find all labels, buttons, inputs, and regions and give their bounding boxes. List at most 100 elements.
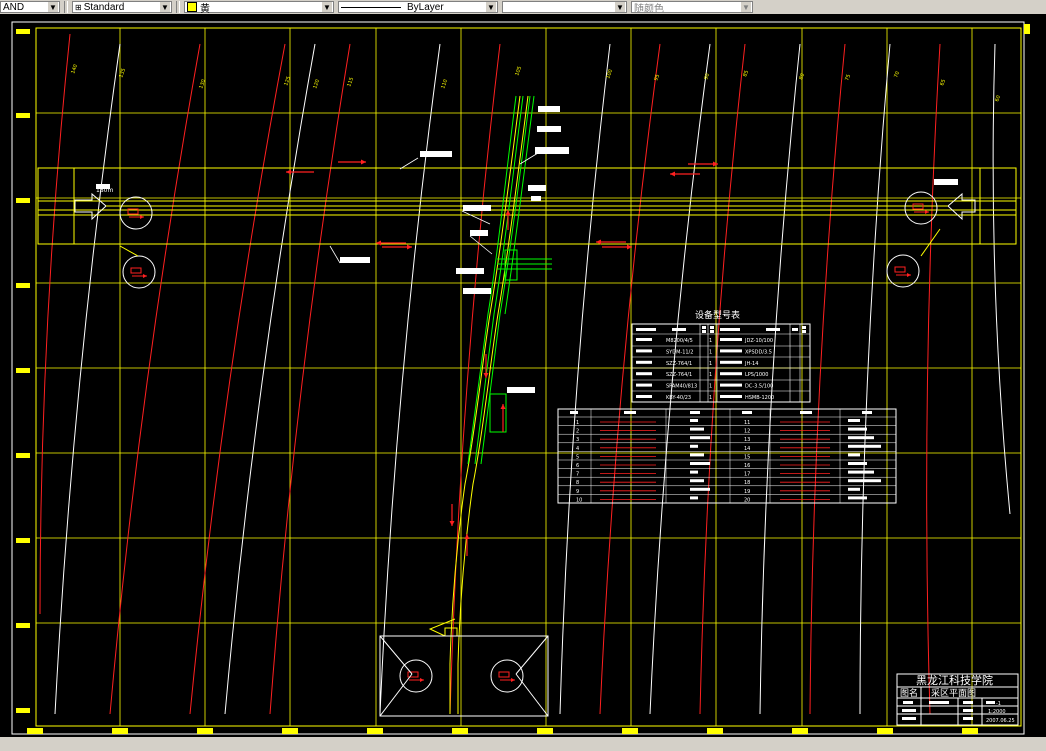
legend-desc xyxy=(848,496,867,500)
header-cell xyxy=(802,330,806,333)
edge-tick xyxy=(16,29,30,34)
properties-toolbar: AND ▼ ⊞ Standard ▼ 黄 ▼ ByLayer ▼ ▼ 随颜色 ▼ xyxy=(0,0,1046,15)
edge-tick xyxy=(16,198,30,203)
dim-style-icon: ⊞ xyxy=(75,2,82,12)
legend-number: 4 xyxy=(576,446,579,452)
row-marker xyxy=(636,372,652,376)
equipment-qty: 1 xyxy=(709,349,712,355)
linetype-dropdown[interactable]: ByLayer ▼ xyxy=(338,1,498,13)
header-cell xyxy=(672,328,686,331)
row-marker xyxy=(636,349,652,353)
legend-number: 7 xyxy=(576,472,579,478)
legend-desc xyxy=(848,487,860,491)
equipment-model: SPAM40/813 xyxy=(666,384,697,390)
equipment-model: XPSDD/3.5 xyxy=(745,349,772,355)
text-style-dropdown[interactable]: AND ▼ xyxy=(0,1,60,13)
row-marker xyxy=(720,383,742,387)
equipment-model: JDZ-10/100 xyxy=(744,338,773,344)
edge-tick xyxy=(16,368,30,373)
legend-desc xyxy=(690,487,710,491)
annotation-tag xyxy=(463,288,491,294)
plot-style-dropdown[interactable]: 随颜色 ▼ xyxy=(631,1,753,15)
layer-value: 黄 xyxy=(200,3,210,15)
toolbar-separator xyxy=(176,1,180,13)
edge-tick xyxy=(16,283,30,288)
equipment-model: SZZ-764/1 xyxy=(666,361,692,367)
edge-tick xyxy=(16,538,30,543)
legend-desc xyxy=(848,470,874,474)
legend-desc xyxy=(690,479,704,483)
annotation-tag xyxy=(456,268,484,274)
equipment-qty: 1 xyxy=(709,384,712,390)
status-strip xyxy=(0,737,1046,751)
equipment-model: LPS/1000 xyxy=(745,372,768,378)
legend-desc xyxy=(848,427,867,431)
equipment-qty: 1 xyxy=(709,361,712,367)
legend-desc xyxy=(690,453,704,457)
drawing-number: -1 xyxy=(996,701,1001,707)
layer-dropdown[interactable]: 黄 ▼ xyxy=(184,1,334,15)
annotation-tag xyxy=(535,147,569,154)
drawing-date: 2007.06.25 xyxy=(986,718,1015,724)
drawing-name-label: 图名 xyxy=(900,687,918,699)
header-cell xyxy=(792,328,798,331)
legend-number: 11 xyxy=(744,420,750,426)
edge-tick xyxy=(962,728,978,734)
equipment-model: SYDM-11/2 xyxy=(666,349,693,355)
legend-number: 18 xyxy=(744,480,750,486)
lineweight-dropdown[interactable]: ▼ xyxy=(502,1,627,13)
chevron-down-icon: ▼ xyxy=(486,2,496,12)
edge-tick xyxy=(16,453,30,458)
legend-desc xyxy=(848,419,860,422)
edge-tick xyxy=(27,728,43,734)
annotation-tag xyxy=(537,126,561,132)
header-cell xyxy=(624,411,636,414)
dim-style-dropdown[interactable]: ⊞ Standard ▼ xyxy=(72,1,172,13)
header-cell xyxy=(690,411,700,414)
edge-tick xyxy=(16,623,30,628)
header-cell xyxy=(710,330,714,333)
legend-desc xyxy=(848,444,881,448)
edge-tick xyxy=(537,728,553,734)
header-cell xyxy=(862,411,872,414)
legend-desc xyxy=(690,427,704,431)
drawing-canvas[interactable]: 140 135 130 125 120 115 110 105 100 95 90 85 80 75 70 6… xyxy=(0,14,1046,737)
equipment-qty: 1 xyxy=(709,395,712,401)
equipment-model: DC-3.5/100 xyxy=(745,384,773,390)
equipment-model: JH-14 xyxy=(744,361,758,367)
legend-number: 6 xyxy=(576,463,579,469)
linetype-line-icon xyxy=(341,6,401,8)
left-distance-label: 180m xyxy=(96,187,113,194)
chevron-down-icon: ▼ xyxy=(322,2,332,12)
row-marker xyxy=(636,338,652,341)
edge-tick xyxy=(367,728,383,734)
legend-number: 20 xyxy=(744,497,750,503)
legend-desc xyxy=(848,436,874,440)
text-style-value: AND xyxy=(3,1,25,13)
equipment-qty: 1 xyxy=(709,372,712,378)
cad-drawing: 140 135130 125 120 115 110105 100 95 90 85 80 75 706… xyxy=(0,14,1046,737)
chevron-down-icon: ▼ xyxy=(48,2,58,12)
row-marker xyxy=(636,383,652,387)
drawing-scale: 1:2000 xyxy=(988,709,1006,715)
legend-number: 3 xyxy=(576,437,579,443)
legend-number: 17 xyxy=(744,472,750,478)
legend-desc xyxy=(690,462,710,465)
equipment-model: SZZ-764/1 xyxy=(666,372,692,378)
legend-desc xyxy=(690,419,698,422)
annotation-tag xyxy=(507,387,535,393)
annotation-tag xyxy=(420,151,452,157)
legend-number: 10 xyxy=(576,497,582,503)
row-marker xyxy=(636,395,652,398)
edge-tick xyxy=(877,728,893,734)
equipment-model: HSMB-1200 xyxy=(745,395,774,401)
header-cell xyxy=(800,411,812,414)
legend-desc xyxy=(690,436,710,440)
edge-tick xyxy=(112,728,128,734)
legend-number: 9 xyxy=(576,489,579,495)
legend-desc xyxy=(690,496,698,500)
header-cell xyxy=(766,328,780,331)
equipment-table-title: 设备型号表 xyxy=(695,309,740,321)
legend-number: 12 xyxy=(744,429,750,435)
legend-desc xyxy=(690,444,698,448)
